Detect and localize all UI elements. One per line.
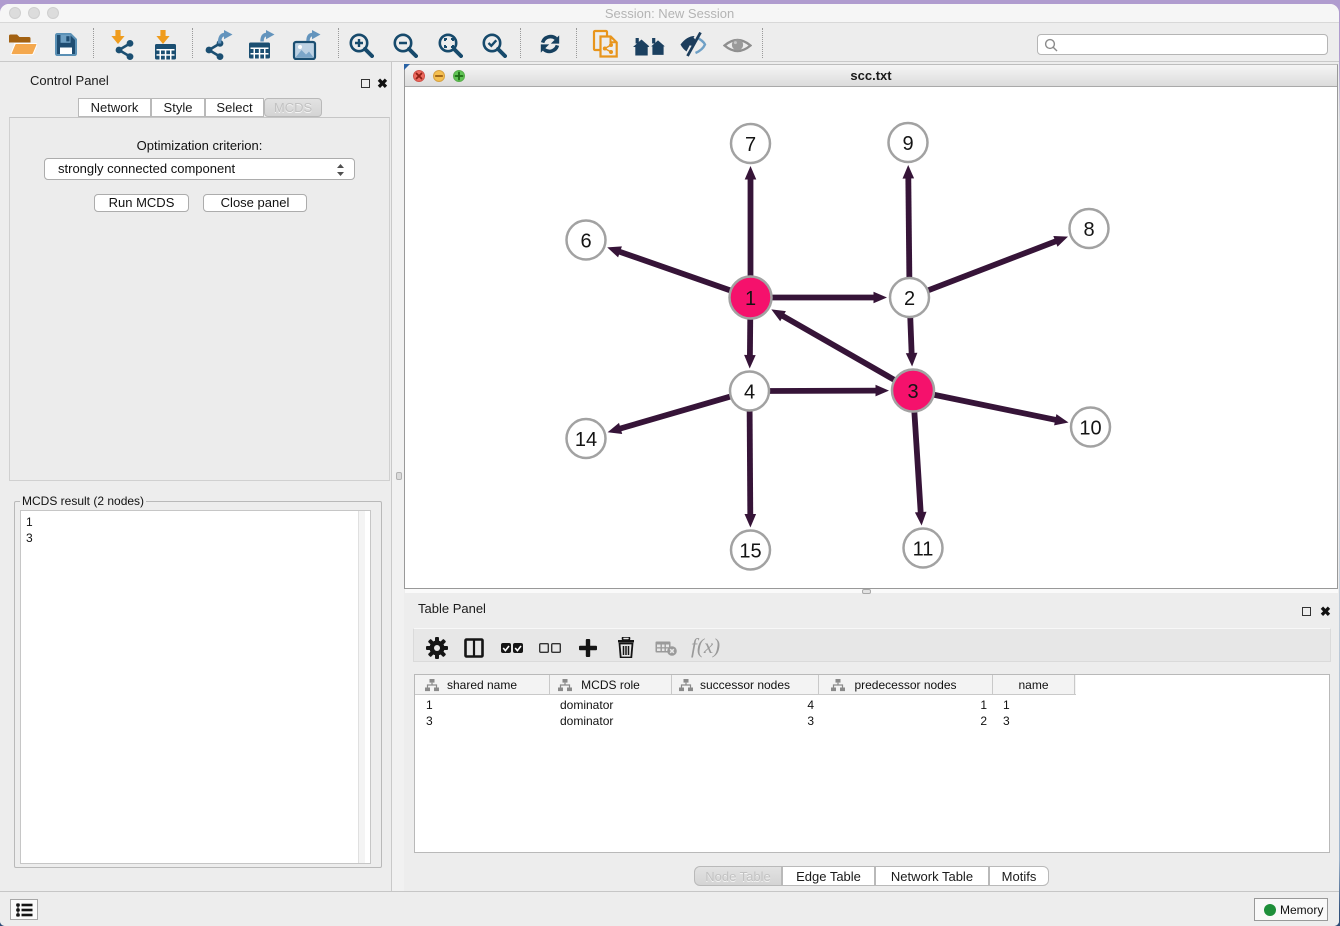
svg-text:3: 3: [907, 381, 918, 403]
svg-text:15: 15: [739, 541, 761, 563]
svg-text:8: 8: [1083, 219, 1094, 241]
svg-text:11: 11: [913, 539, 934, 561]
svg-text:10: 10: [1079, 418, 1101, 440]
svg-text:6: 6: [580, 231, 591, 253]
svg-text:4: 4: [744, 382, 755, 404]
svg-text:7: 7: [745, 134, 756, 156]
svg-text:2: 2: [904, 288, 915, 310]
svg-text:14: 14: [575, 429, 597, 451]
svg-text:9: 9: [902, 133, 913, 155]
svg-text:1: 1: [745, 288, 756, 310]
